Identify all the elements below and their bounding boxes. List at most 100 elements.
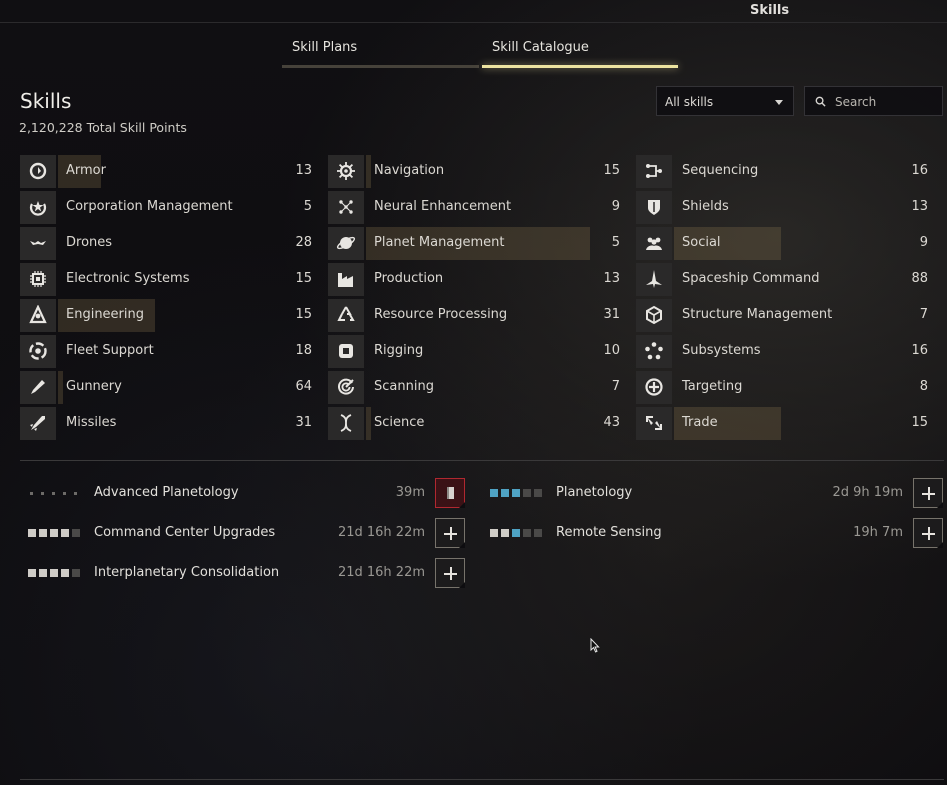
level-block: [52, 492, 55, 495]
shield-icon: [648, 200, 660, 215]
category-icon-tile: [20, 371, 56, 404]
skill-category-spaceship-command[interactable]: Spaceship Command 88: [636, 263, 928, 296]
button-notch: [459, 582, 465, 588]
tab-skill-plans[interactable]: Skill Plans: [282, 40, 479, 68]
category-skill-count: 15: [295, 271, 312, 286]
category-skill-count: 16: [911, 163, 928, 178]
skill-category-neural-enhancement[interactable]: Neural Enhancement 9: [328, 191, 620, 224]
category-skill-count: 9: [919, 235, 928, 250]
tab-underline: [282, 65, 479, 68]
skill-row[interactable]: Planetology 2d 9h 19m: [490, 478, 943, 508]
skill-category-navigation[interactable]: Navigation 15: [328, 155, 620, 188]
skill-category-subsystems[interactable]: Subsystems 16: [636, 335, 928, 368]
skill-category-engineering[interactable]: Engineering 15: [20, 299, 312, 332]
skill-category-trade[interactable]: Trade 15: [636, 407, 928, 440]
search-input[interactable]: [835, 93, 935, 111]
category-icon-tile: [636, 155, 672, 188]
level-block: [534, 529, 542, 537]
category-skill-count: 9: [611, 199, 620, 214]
skill-filter-dropdown[interactable]: All skills: [656, 86, 794, 116]
skill-category-science[interactable]: Science 43: [328, 407, 620, 440]
category-name: Targeting: [682, 379, 743, 394]
category-icon-tile: [20, 299, 56, 332]
category-icon-tile: [328, 335, 364, 368]
level-block: [61, 529, 69, 537]
skill-category-corporation-management[interactable]: Corporation Management 5: [20, 191, 312, 224]
category-icon-tile: [20, 227, 56, 260]
category-name: Drones: [66, 235, 113, 250]
category-name: Gunnery: [66, 379, 122, 394]
skill-category-fleet-support[interactable]: Fleet Support 18: [20, 335, 312, 368]
level-block: [501, 489, 509, 497]
skill-category-drones[interactable]: Drones 28: [20, 227, 312, 260]
category-icon-tile: [328, 371, 364, 404]
category-name: Neural Enhancement: [374, 199, 512, 214]
recycle-icon: [337, 306, 355, 321]
gun-icon: [31, 380, 45, 394]
drone-icon: [30, 241, 46, 245]
skill-category-gunnery[interactable]: Gunnery 64: [20, 371, 312, 404]
skill-row[interactable]: Advanced Planetology 39m: [28, 478, 465, 508]
skill-row[interactable]: Remote Sensing 19h 7m: [490, 518, 943, 548]
level-block: [50, 569, 58, 577]
skill-category-planet-management[interactable]: Planet Management 5: [328, 227, 620, 260]
category-icon-tile: [328, 407, 364, 440]
skill-category-shields[interactable]: Shields 13: [636, 191, 928, 224]
category-progress-fill: [58, 371, 64, 404]
tab-skill-catalogue[interactable]: Skill Catalogue: [482, 40, 678, 68]
level-block: [39, 529, 47, 537]
social-icon: [646, 237, 662, 250]
skill-name: Planetology: [556, 485, 633, 500]
level-block: [63, 492, 66, 495]
category-icon-tile: [20, 263, 56, 296]
skill-category-social[interactable]: Social 9: [636, 227, 928, 260]
category-icon-tile: [328, 227, 364, 260]
skill-row[interactable]: Interplanetary Consolidation 21d 16h 22m: [28, 558, 465, 588]
factory-icon: [338, 273, 353, 287]
category-skill-count: 7: [919, 307, 928, 322]
add-to-plan-button[interactable]: [913, 518, 943, 548]
total-sp-label: Total Skill Points: [86, 120, 187, 135]
category-name: Resource Processing: [374, 307, 508, 322]
skill-category-scanning[interactable]: Scanning 7: [328, 371, 620, 404]
document-icon: [447, 487, 454, 499]
navigation-icon: [337, 162, 355, 180]
category-icon-tile: [328, 299, 364, 332]
category-name: Armor: [66, 163, 106, 178]
skill-category-targeting[interactable]: Targeting 8: [636, 371, 928, 404]
skill-category-rigging[interactable]: Rigging 10: [328, 335, 620, 368]
total-sp-value: 2,120,228: [19, 120, 83, 135]
chip-icon: [30, 271, 46, 287]
category-name: Structure Management: [682, 307, 833, 322]
corporation-icon: [29, 201, 47, 216]
level-block: [523, 529, 531, 537]
skill-category-electronic-systems[interactable]: Electronic Systems 15: [20, 263, 312, 296]
window-header-divider: [0, 22, 947, 23]
remove-from-plan-button[interactable]: [435, 478, 465, 508]
add-to-plan-button[interactable]: [435, 558, 465, 588]
category-skill-count: 31: [603, 307, 620, 322]
tab-underline: [482, 65, 678, 68]
category-skill-count: 28: [295, 235, 312, 250]
search-box[interactable]: [804, 86, 943, 116]
add-to-plan-button[interactable]: [913, 478, 943, 508]
category-name: Trade: [682, 415, 718, 430]
category-skill-count: 43: [603, 415, 620, 430]
skill-category-sequencing[interactable]: Sequencing 16: [636, 155, 928, 188]
skill-category-production[interactable]: Production 13: [328, 263, 620, 296]
level-block: [72, 569, 80, 577]
skill-category-structure-management[interactable]: Structure Management 7: [636, 299, 928, 332]
tab-label: Skill Plans: [292, 40, 358, 55]
category-icon-tile: [20, 191, 56, 224]
skill-category-resource-processing[interactable]: Resource Processing 31: [328, 299, 620, 332]
skill-category-missiles[interactable]: Missiles 31: [20, 407, 312, 440]
category-icon-tile: [328, 263, 364, 296]
skill-category-armor[interactable]: Armor 13: [20, 155, 312, 188]
category-name: Electronic Systems: [66, 271, 190, 286]
level-block: [28, 569, 36, 577]
category-skill-count: 15: [603, 163, 620, 178]
category-icon-tile: [636, 263, 672, 296]
skill-row[interactable]: Command Center Upgrades 21d 16h 22m: [28, 518, 465, 548]
add-to-plan-button[interactable]: [435, 518, 465, 548]
level-block: [74, 492, 77, 495]
